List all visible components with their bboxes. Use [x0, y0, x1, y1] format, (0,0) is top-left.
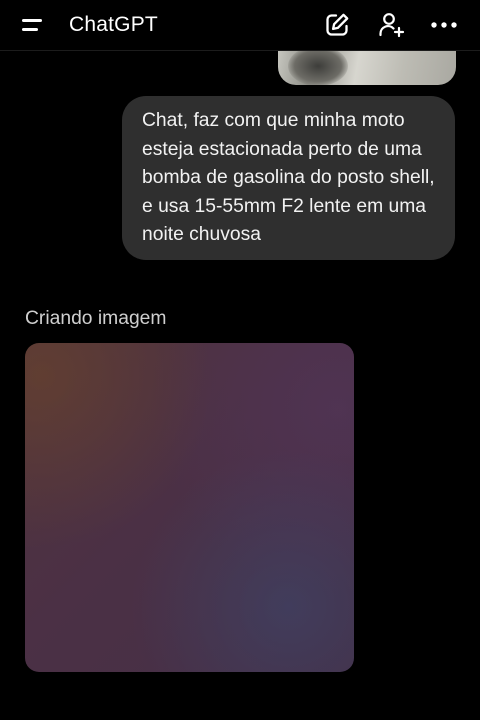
generating-image-placeholder — [25, 343, 354, 672]
menu-icon-bar — [22, 28, 38, 31]
add-user-icon — [379, 13, 405, 38]
new-chat-icon — [326, 13, 349, 36]
assistant-status-text: Criando imagem — [25, 308, 167, 329]
add-user-button[interactable] — [375, 9, 407, 41]
user-message-bubble: Chat, faz com que minha moto esteja esta… — [122, 96, 455, 260]
more-options-button[interactable] — [428, 9, 460, 41]
new-chat-button[interactable] — [321, 9, 353, 41]
top-bar: ChatGPT — [0, 0, 480, 51]
app-title: ChatGPT — [69, 13, 158, 36]
menu-button[interactable] — [16, 10, 48, 40]
menu-icon — [22, 19, 42, 22]
more-icon — [431, 22, 457, 28]
thumbnail-detail — [288, 46, 348, 85]
